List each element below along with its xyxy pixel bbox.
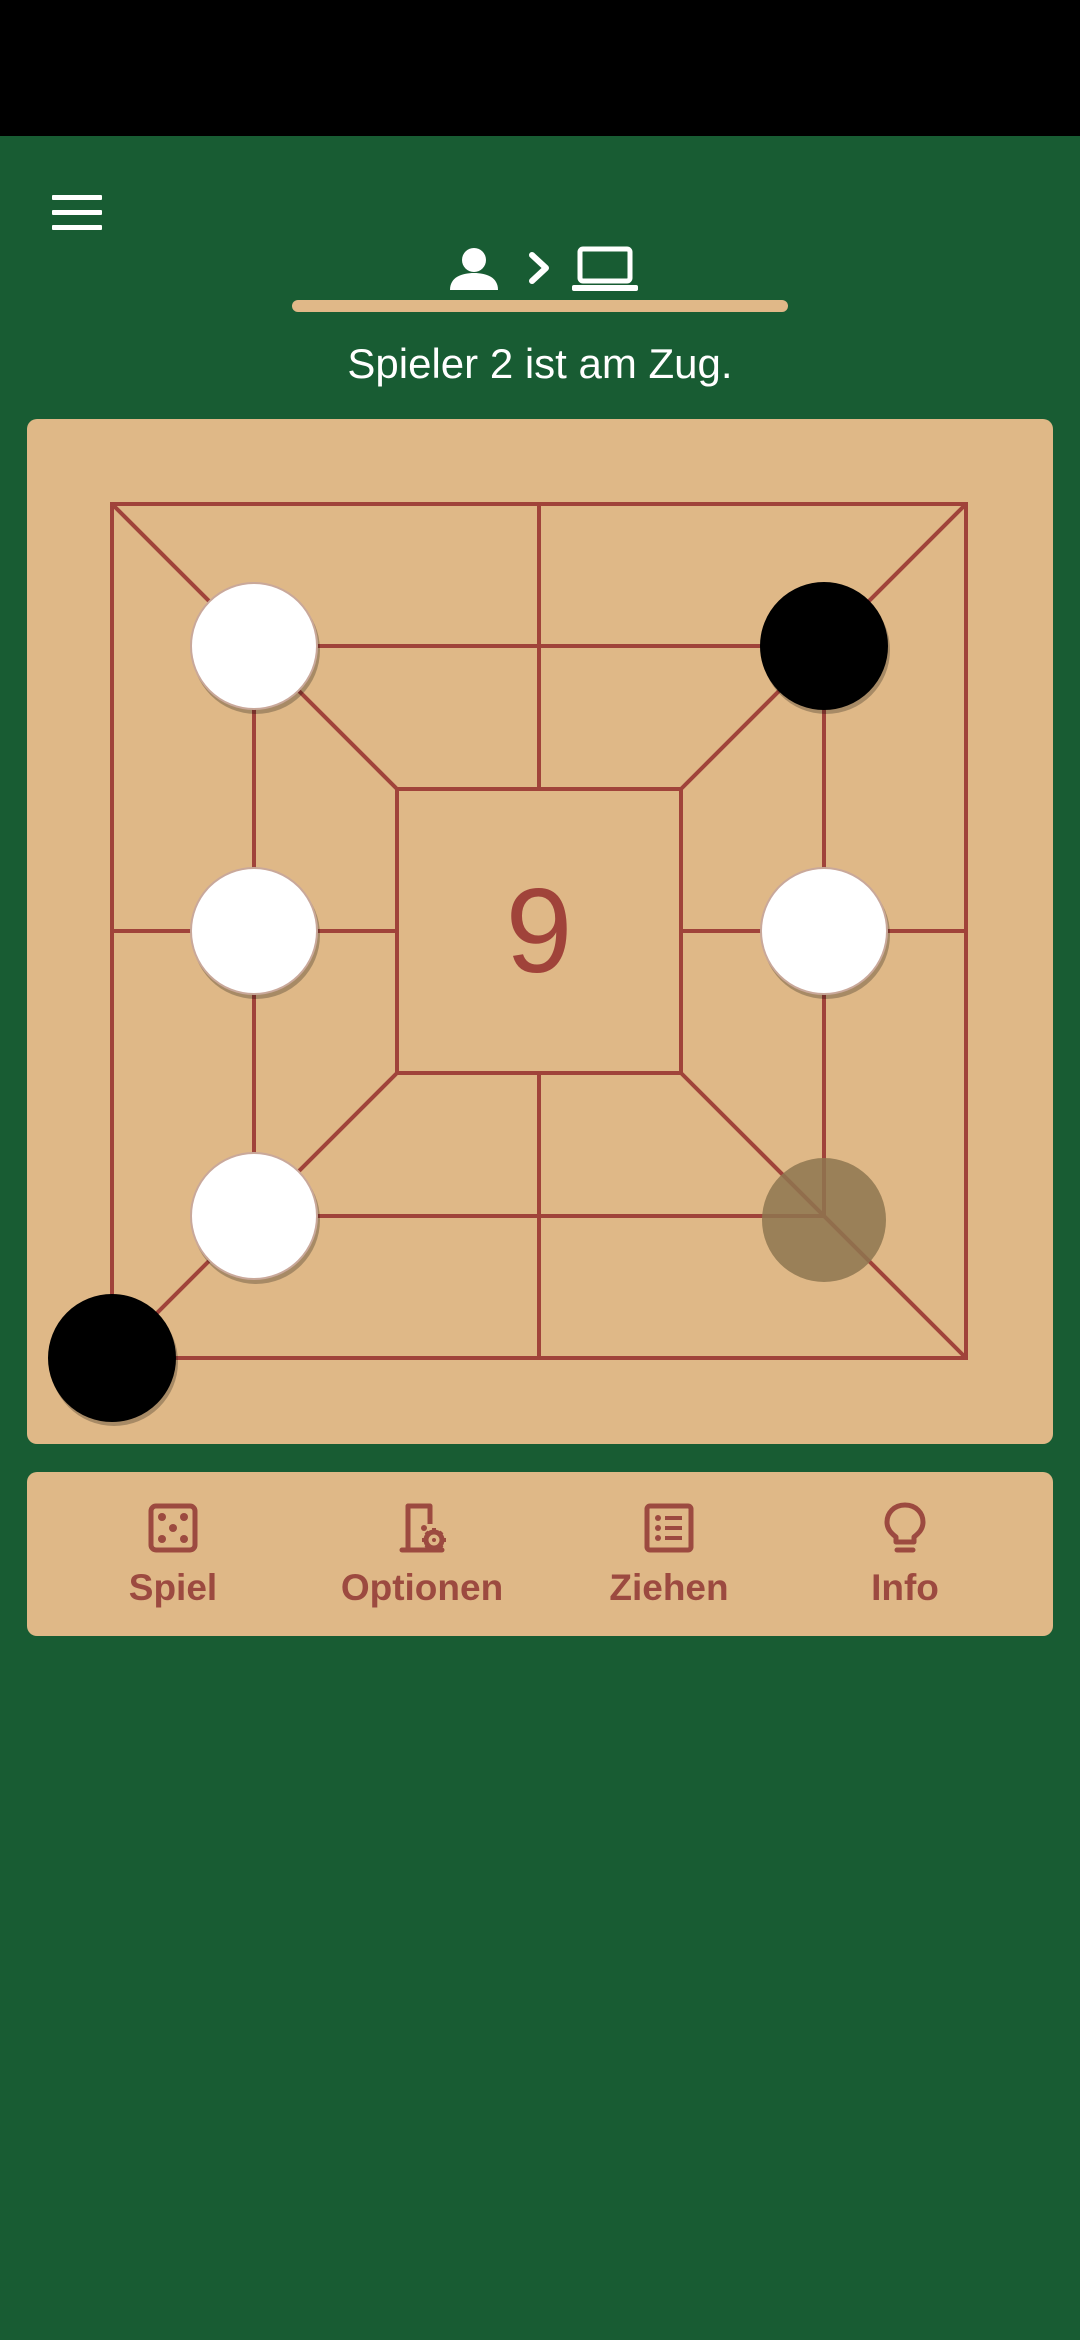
nav-item-info[interactable]: Info <box>785 1472 1025 1636</box>
game-board[interactable]: 9 <box>27 419 1053 1444</box>
game-mode-indicator <box>440 240 650 300</box>
chevron-right-icon <box>529 252 549 284</box>
piece-body <box>190 867 318 995</box>
menu-button[interactable] <box>36 176 120 250</box>
black-piece[interactable] <box>48 1294 178 1426</box>
door-settings-icon <box>399 1503 446 1553</box>
white-piece[interactable] <box>760 867 890 999</box>
piece-body <box>190 1152 318 1280</box>
nav-item-spiel[interactable]: Spiel <box>53 1472 293 1636</box>
turn-status: Spieler 2 ist am Zug. <box>347 340 733 387</box>
list-icon <box>644 1503 694 1553</box>
app-screen: Spieler 2 ist am Zug. 9 Spiel Optionen Z… <box>0 0 1080 2340</box>
piece-body <box>48 1294 176 1422</box>
black-piece[interactable] <box>760 582 890 714</box>
piece-body <box>760 582 888 710</box>
nav-label-spiel: Spiel <box>128 1567 218 1608</box>
nav-label-ziehen: Ziehen <box>609 1567 729 1608</box>
board-pieces[interactable] <box>48 582 890 1426</box>
piece-body <box>190 582 318 710</box>
white-piece[interactable] <box>190 867 320 999</box>
laptop-icon <box>572 246 638 291</box>
remaining-count: 9 <box>506 864 573 998</box>
dice-icon <box>148 1503 198 1553</box>
mode-underline <box>292 300 788 312</box>
bottom-navigation: Spiel Optionen Ziehen Info <box>27 1472 1053 1636</box>
move-highlight[interactable] <box>762 1158 886 1282</box>
piece-body <box>760 867 888 995</box>
white-piece[interactable] <box>190 582 320 714</box>
nav-label-info: Info <box>871 1567 939 1608</box>
nav-item-optionen[interactable]: Optionen <box>302 1472 542 1636</box>
nav-label-optionen: Optionen <box>340 1567 504 1608</box>
person-icon <box>450 248 498 290</box>
white-piece[interactable] <box>190 1152 320 1284</box>
nav-item-ziehen[interactable]: Ziehen <box>549 1472 789 1636</box>
status-bar <box>0 0 1080 136</box>
lightbulb-icon <box>884 1502 926 1553</box>
